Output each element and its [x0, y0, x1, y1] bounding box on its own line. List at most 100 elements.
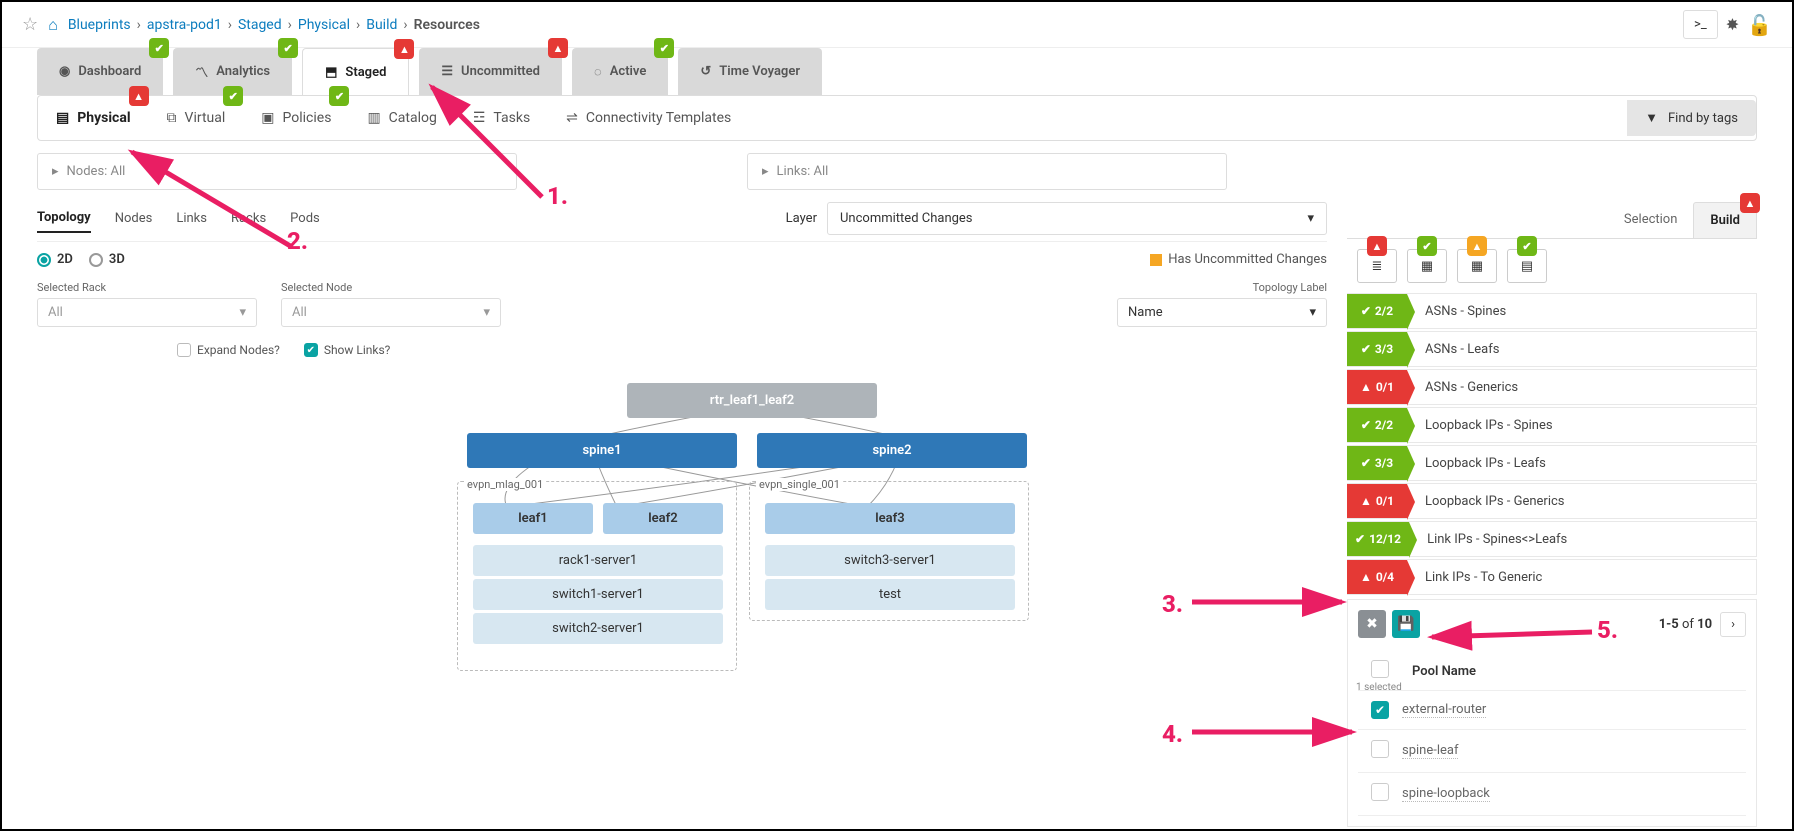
- staged-icon: ⬒: [325, 65, 337, 80]
- tab-uncommitted[interactable]: ☰Uncommitted▲: [419, 48, 562, 95]
- node-leaf2[interactable]: leaf2: [603, 503, 723, 534]
- view-tab-nodes[interactable]: Nodes: [115, 205, 153, 232]
- node-leaf3[interactable]: leaf3: [765, 503, 1015, 534]
- tab-connectivity-templates[interactable]: ⇌Connectivity Templates: [548, 96, 749, 140]
- node-server[interactable]: test: [765, 579, 1015, 610]
- gauge-icon: ◉: [59, 64, 70, 79]
- node-server[interactable]: switch2-server1: [473, 613, 723, 644]
- find-by-tags-button[interactable]: ▼Find by tags: [1627, 100, 1756, 136]
- expand-nodes-checkbox[interactable]: Expand Nodes?: [177, 343, 280, 357]
- resource-linkips-generic[interactable]: ▲0/4Link IPs - To Generic: [1347, 559, 1757, 595]
- node-router[interactable]: rtr_leaf1_leaf2: [627, 383, 877, 418]
- breadcrumb-blueprints[interactable]: Blueprints: [68, 17, 131, 33]
- panel-tabs: Selection Build▲: [1347, 202, 1757, 239]
- selected-rack-label: Selected Rack: [37, 281, 257, 294]
- resource-asn-spines[interactable]: ✔2/2ASNs - Spines: [1347, 293, 1757, 329]
- chevron-down-icon: ▾: [1307, 211, 1314, 226]
- topology-label-select[interactable]: Name▾: [1117, 298, 1327, 327]
- resource-loopback-generics[interactable]: ▲0/1Loopback IPs - Generics: [1347, 483, 1757, 519]
- breadcrumb-physical[interactable]: Physical: [298, 17, 350, 33]
- warning-icon: ▲: [1360, 570, 1372, 584]
- check-icon: ✔: [1361, 304, 1371, 318]
- device-type-3[interactable]: ▦▲: [1457, 249, 1497, 283]
- list-icon: ≣: [1372, 259, 1383, 274]
- selected-count: 1 selected: [1356, 682, 1402, 693]
- next-page-button[interactable]: ›: [1720, 612, 1746, 637]
- tab-physical[interactable]: ▤Physical▲: [38, 96, 149, 140]
- pool-checkbox[interactable]: [1371, 783, 1389, 801]
- rack-label-2: evpn_single_001: [756, 478, 843, 491]
- view-tab-racks[interactable]: Racks: [231, 205, 266, 232]
- status-badge: ▲: [1367, 236, 1387, 256]
- show-links-checkbox[interactable]: ✔Show Links?: [304, 343, 391, 357]
- radio-3d[interactable]: 3D: [89, 252, 125, 267]
- home-icon[interactable]: ⌂: [48, 15, 58, 35]
- selected-rack-select[interactable]: All▾: [37, 298, 257, 327]
- tab-staged[interactable]: ⬒Staged▲: [302, 48, 409, 95]
- resource-asn-leafs[interactable]: ✔3/3ASNs - Leafs: [1347, 331, 1757, 367]
- favorite-star-icon[interactable]: ☆: [22, 14, 38, 35]
- pool-row[interactable]: spine-loopback: [1358, 773, 1746, 816]
- status-badge: ✔: [223, 86, 243, 106]
- filters-row: ▸Nodes: All ▸Links: All: [2, 141, 1792, 202]
- nodes-filter[interactable]: ▸Nodes: All: [37, 153, 517, 190]
- resource-list: ✔2/2ASNs - Spines ✔3/3ASNs - Leafs ▲0/1A…: [1347, 293, 1757, 597]
- tab-active[interactable]: ◌Active✔: [572, 48, 668, 95]
- tab-catalog[interactable]: ▥Catalog: [349, 96, 454, 140]
- panel-tab-selection[interactable]: Selection: [1608, 202, 1693, 238]
- tab-policies[interactable]: ▣Policies✔: [243, 96, 349, 140]
- view-tab-links[interactable]: Links: [176, 205, 207, 232]
- node-leaf1[interactable]: leaf1: [473, 503, 593, 534]
- node-spine1[interactable]: spine1: [467, 433, 737, 468]
- tab-tasks[interactable]: ☲Tasks: [455, 96, 548, 140]
- status-badge: ▲: [548, 38, 568, 58]
- breadcrumb-blueprint-name[interactable]: apstra-pod1: [147, 17, 222, 33]
- breadcrumb-staged[interactable]: Staged: [238, 17, 282, 33]
- chevron-down-icon: ▾: [1309, 305, 1316, 320]
- tab-time-voyager[interactable]: ↺Time Voyager: [678, 48, 822, 95]
- view-tab-topology[interactable]: Topology: [37, 204, 91, 233]
- select-all-checkbox[interactable]: [1371, 660, 1389, 678]
- selected-node-select[interactable]: All▾: [281, 298, 501, 327]
- annotation-2: 2.: [287, 227, 308, 255]
- resource-linkips-spines-leafs[interactable]: ✔12/12Link IPs - Spines<>Leafs: [1347, 521, 1757, 557]
- check-icon: ✔: [1361, 418, 1371, 432]
- cli-button[interactable]: >_: [1683, 10, 1718, 39]
- status-badge: ✔: [278, 38, 298, 58]
- status-badge: ✔: [654, 38, 674, 58]
- resource-loopback-leafs[interactable]: ✔3/3Loopback IPs - Leafs: [1347, 445, 1757, 481]
- node-server[interactable]: rack1-server1: [473, 545, 723, 576]
- layer-select[interactable]: Uncommitted Changes▾: [827, 202, 1327, 235]
- node-server[interactable]: switch3-server1: [765, 545, 1015, 576]
- radio-2d[interactable]: 2D: [37, 252, 73, 267]
- topology-canvas[interactable]: rtr_leaf1_leaf2 spine1 spine2 evpn_mlag_…: [37, 377, 1327, 697]
- save-icon: 💾: [1397, 616, 1414, 632]
- status-badge: ▲: [394, 39, 414, 59]
- tab-virtual[interactable]: ⧉Virtual✔: [149, 96, 244, 140]
- resource-loopback-spines[interactable]: ✔2/2Loopback IPs - Spines: [1347, 407, 1757, 443]
- caret-right-icon: ▸: [52, 164, 59, 179]
- resource-asn-generics[interactable]: ▲0/1ASNs - Generics: [1347, 369, 1757, 405]
- pool-row[interactable]: spine-leaf: [1358, 730, 1746, 773]
- pool-checkbox[interactable]: [1371, 740, 1389, 758]
- node-server[interactable]: switch1-server1: [473, 579, 723, 610]
- breadcrumb-build[interactable]: Build: [366, 17, 397, 33]
- active-icon: ◌: [594, 64, 602, 80]
- chevron-down-icon: ▾: [483, 305, 490, 320]
- save-button[interactable]: 💾: [1392, 610, 1420, 638]
- bug-icon[interactable]: ✸: [1726, 15, 1739, 34]
- policies-icon: ▣: [261, 110, 274, 126]
- panel-tab-build[interactable]: Build▲: [1693, 202, 1757, 238]
- node-spine2[interactable]: spine2: [757, 433, 1027, 468]
- pool-assignment: ✖ 💾 1-5 of 10 › 1 selected Pool Name ✔ex…: [1347, 599, 1757, 827]
- links-filter[interactable]: ▸Links: All: [747, 153, 1227, 190]
- device-type-2[interactable]: ▦✔: [1407, 249, 1447, 283]
- pool-row[interactable]: ✔external-router: [1358, 691, 1746, 730]
- pool-checkbox[interactable]: ✔: [1371, 701, 1389, 719]
- device-type-4[interactable]: ▤✔: [1507, 249, 1547, 283]
- status-badge: ▲: [129, 86, 149, 106]
- breadcrumb-current: Resources: [414, 17, 480, 33]
- cancel-button[interactable]: ✖: [1358, 610, 1386, 638]
- unlock-icon[interactable]: 🔓: [1747, 13, 1772, 37]
- device-type-1[interactable]: ≣▲: [1357, 249, 1397, 283]
